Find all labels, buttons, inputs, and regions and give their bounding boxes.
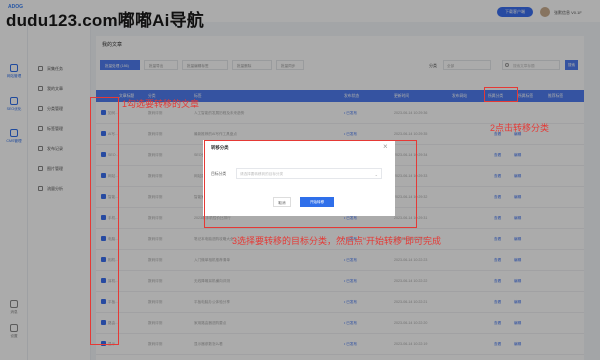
watermark-text: dudu123.com嘟嘟Ai导航 [6, 11, 204, 30]
annotation-step3: 3选择要转移的目标分类，然后点“开始转移”即可完成 [232, 236, 442, 246]
annotation-step1: 1勾选要转移的文章 [122, 99, 200, 109]
annotation-checkbox-highlight [90, 97, 119, 345]
annotation-transfer-highlight [484, 87, 518, 102]
annotation-step2: 2点击转移分类 [490, 123, 550, 133]
annotation-dialog-highlight [204, 140, 417, 228]
